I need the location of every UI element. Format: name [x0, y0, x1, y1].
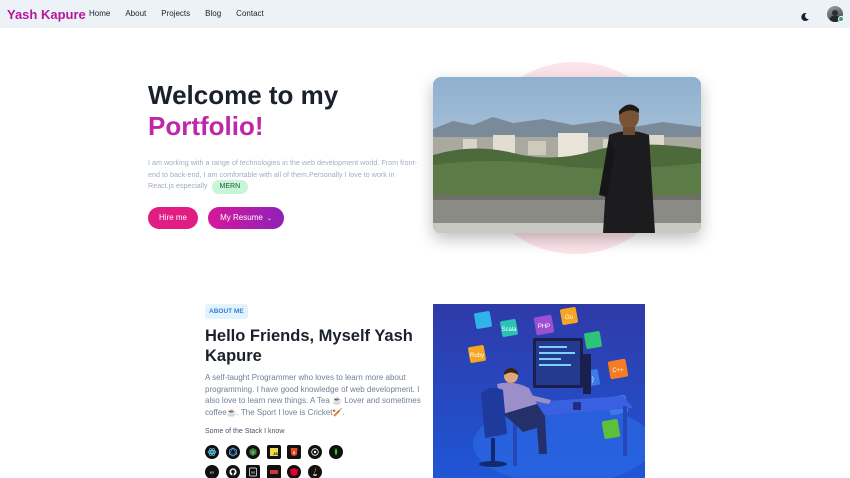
svg-text:Go: Go [565, 315, 574, 321]
graphql-icon [225, 445, 240, 459]
svg-text:H: H [252, 470, 255, 475]
javascript-icon: JS [266, 445, 281, 459]
redux-icon [307, 445, 322, 459]
navbar: Yash Kapure Home About Projects Blog Con… [0, 0, 850, 28]
about-me-badge: ABOUT ME [205, 304, 248, 319]
svg-text:n: n [252, 451, 254, 455]
node-icon: n [246, 445, 261, 459]
my-resume-button[interactable]: My Resume ⌄ [208, 207, 284, 229]
stack-icons-row-1: n JS 5 [205, 445, 343, 459]
heroku-icon: H [246, 465, 261, 478]
nav-link-blog[interactable]: Blog [205, 9, 221, 18]
my-resume-label: My Resume [220, 213, 263, 222]
svg-text:Scala: Scala [501, 327, 517, 333]
svg-text:C++: C++ [612, 368, 624, 374]
hero-title-line1: Welcome to my [148, 80, 339, 110]
nextjs-icon: ex [205, 465, 219, 478]
mern-badge: MERN [211, 180, 249, 194]
svg-text:Ruby: Ruby [470, 353, 484, 359]
programmer-illustration: Scala PHP Go Ruby C++ { } Java [433, 304, 645, 478]
nav-link-projects[interactable]: Projects [161, 9, 190, 18]
java-icon [307, 465, 322, 478]
react-icon [205, 445, 219, 459]
svg-text:JS: JS [273, 451, 278, 456]
nav-link-home[interactable]: Home [89, 9, 110, 18]
stack-label: Some of the Stack I know [205, 428, 285, 435]
brand-logo[interactable]: Yash Kapure [7, 7, 86, 22]
hire-me-button[interactable]: Hire me [148, 207, 198, 229]
nav-links: Home About Projects Blog Contact [89, 9, 279, 18]
hero-description: I am working with a range of technologie… [148, 157, 418, 194]
online-status-dot [838, 16, 844, 22]
about-description: A self-taught Programmer who loves to le… [205, 373, 421, 417]
svg-text:PHP: PHP [538, 324, 550, 330]
html5-icon: 5 [287, 445, 302, 459]
svg-text:ex: ex [210, 470, 214, 475]
hero-title-line2: Portfolio! [148, 111, 264, 141]
profile-photo [433, 77, 701, 233]
hero-description-text: I am working with a range of technologie… [148, 158, 417, 190]
moon-icon[interactable] [800, 9, 810, 22]
mongodb-icon [328, 445, 343, 459]
hero-title: Welcome to my Portfolio! [148, 80, 339, 142]
angular-icon [287, 465, 302, 478]
about-heading: Hello Friends, Myself Yash Kapure [205, 327, 413, 365]
nav-link-contact[interactable]: Contact [236, 9, 264, 18]
github-icon [225, 465, 240, 478]
stack-icons-row-2: ex H [205, 465, 322, 478]
chevron-down-icon: ⌄ [266, 216, 272, 222]
npm-icon [266, 465, 281, 478]
nav-link-about[interactable]: About [125, 9, 146, 18]
